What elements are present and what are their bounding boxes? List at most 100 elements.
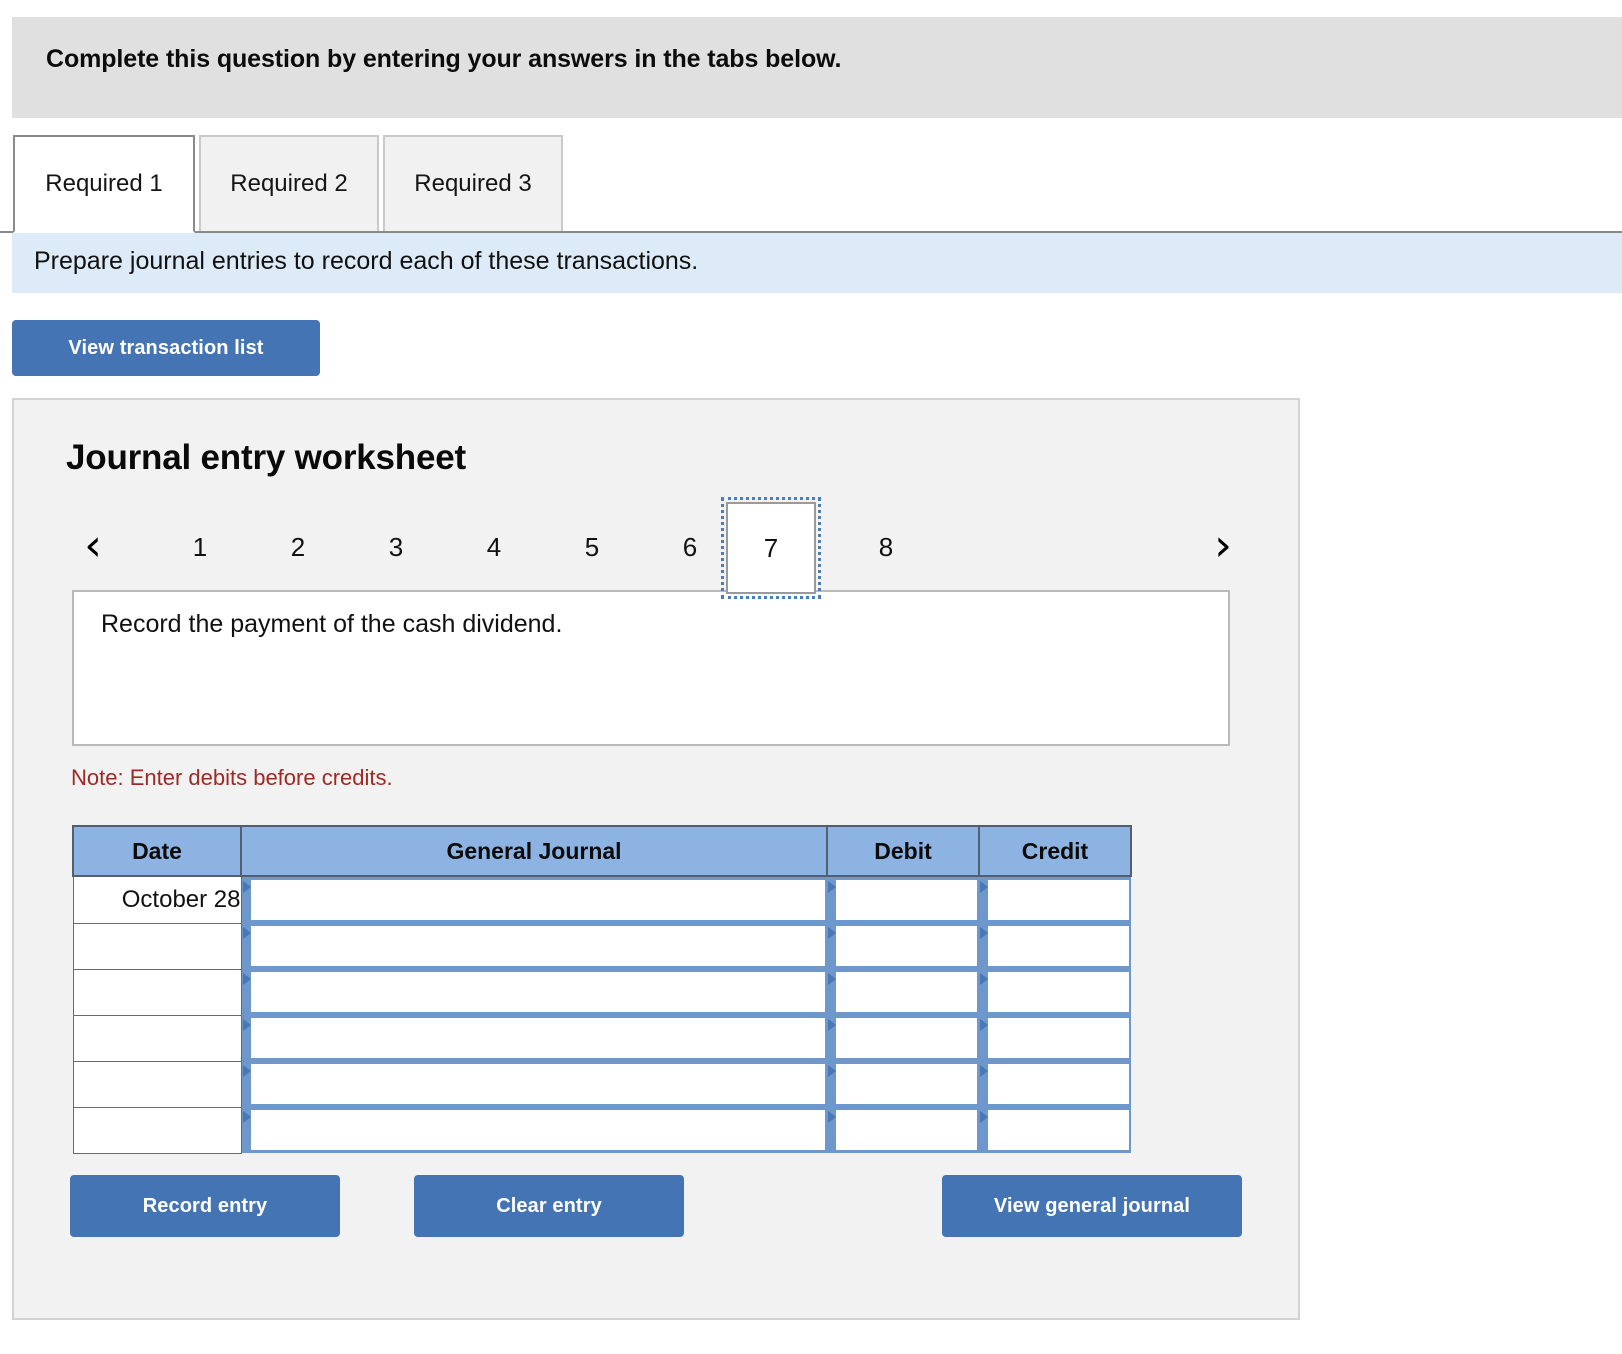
credit-cell[interactable] <box>979 1107 1131 1153</box>
debit-input-wrap[interactable] <box>827 1015 979 1061</box>
debit-input-wrap[interactable] <box>827 877 979 923</box>
pager-page-8[interactable]: 8 <box>858 522 914 572</box>
pager-page-7-selected[interactable]: 7 <box>721 497 821 599</box>
debit-cell[interactable] <box>827 1107 979 1153</box>
credit-input[interactable] <box>988 1018 1129 1058</box>
credit-input[interactable] <box>988 1110 1129 1150</box>
pager-page-1[interactable]: 1 <box>172 522 228 572</box>
chevron-left-icon[interactable]: ‹ <box>72 520 114 572</box>
general-journal-input[interactable] <box>250 972 825 1012</box>
general-journal-input[interactable] <box>250 1064 825 1104</box>
general-journal-input[interactable] <box>250 926 825 966</box>
general-journal-input-wrap[interactable] <box>241 877 827 923</box>
credit-cell[interactable] <box>979 876 1131 923</box>
dropdown-caret-icon <box>980 1111 988 1123</box>
credit-input-wrap[interactable] <box>979 1107 1131 1153</box>
debits-before-credits-note: Note: Enter debits before credits. <box>71 765 393 790</box>
debit-cell[interactable] <box>827 1061 979 1107</box>
credit-cell[interactable] <box>979 923 1131 969</box>
credit-input-wrap[interactable] <box>979 1015 1131 1061</box>
requirement-instruction-text: Prepare journal entries to record each o… <box>34 247 699 275</box>
debit-input-wrap[interactable] <box>827 1061 979 1107</box>
date-cell[interactable]: October 28 <box>72 875 242 924</box>
debit-cell[interactable] <box>827 876 979 923</box>
pager-page-5[interactable]: 5 <box>564 522 620 572</box>
credit-input[interactable] <box>988 926 1129 966</box>
general-journal-input-wrap[interactable] <box>241 923 827 969</box>
table-row: October 28 <box>72 875 1131 924</box>
general-journal-cell[interactable] <box>241 923 827 969</box>
dropdown-caret-icon <box>828 927 836 939</box>
debit-input[interactable] <box>836 1110 977 1150</box>
dropdown-caret-icon <box>242 1111 251 1123</box>
credit-cell[interactable] <box>979 1061 1131 1107</box>
debit-input[interactable] <box>836 1064 977 1104</box>
pager-page-4[interactable]: 4 <box>466 522 522 572</box>
tab-required-3[interactable]: Required 3 <box>383 135 563 231</box>
pager-page-3[interactable]: 3 <box>368 522 424 572</box>
general-journal-cell[interactable] <box>241 1015 827 1061</box>
general-journal-cell[interactable] <box>241 969 827 1015</box>
dropdown-caret-icon <box>980 973 988 985</box>
debit-input[interactable] <box>836 880 977 920</box>
date-cell[interactable] <box>72 1014 242 1062</box>
tab-required-3-label: Required 3 <box>414 170 532 197</box>
column-header-date: Date <box>72 825 242 877</box>
credit-input[interactable] <box>988 880 1129 920</box>
record-entry-button[interactable]: Record entry <box>70 1175 340 1237</box>
table-header-row: Date General Journal Debit Credit <box>72 825 1132 877</box>
date-cell[interactable] <box>72 1060 242 1108</box>
column-header-debit: Debit <box>826 825 980 877</box>
table-row <box>72 1014 1131 1062</box>
general-journal-input-wrap[interactable] <box>241 1061 827 1107</box>
general-journal-cell[interactable] <box>241 1061 827 1107</box>
debit-input-wrap[interactable] <box>827 923 979 969</box>
debit-input-wrap[interactable] <box>827 969 979 1015</box>
dropdown-caret-icon <box>242 927 251 939</box>
required-tabs: Required 1 Required 2 Required 3 <box>0 135 1622 233</box>
clear-entry-button[interactable]: Clear entry <box>414 1175 684 1237</box>
chevron-right-icon[interactable]: › <box>1202 520 1244 572</box>
pager-page-2[interactable]: 2 <box>270 522 326 572</box>
dropdown-caret-icon <box>980 927 988 939</box>
dropdown-caret-icon <box>980 1065 988 1077</box>
credit-cell[interactable] <box>979 969 1131 1015</box>
worksheet-title: Journal entry worksheet <box>66 438 466 477</box>
credit-input[interactable] <box>988 972 1129 1012</box>
credit-cell[interactable] <box>979 1015 1131 1061</box>
general-journal-cell[interactable] <box>241 876 827 923</box>
general-journal-input-wrap[interactable] <box>241 1107 827 1153</box>
pager-page-6[interactable]: 6 <box>662 522 718 572</box>
journal-entry-worksheet-panel: Journal entry worksheet ‹ 1 2 3 4 5 6 7 … <box>12 398 1300 1320</box>
debit-input[interactable] <box>836 972 977 1012</box>
general-journal-input[interactable] <box>250 1018 825 1058</box>
general-journal-input-wrap[interactable] <box>241 969 827 1015</box>
debit-input[interactable] <box>836 1018 977 1058</box>
date-cell[interactable] <box>72 968 242 1016</box>
tab-required-1[interactable]: Required 1 <box>13 135 195 233</box>
dropdown-caret-icon <box>828 1019 836 1031</box>
credit-input-wrap[interactable] <box>979 969 1131 1015</box>
dropdown-caret-icon <box>980 881 988 893</box>
credit-input[interactable] <box>988 1064 1129 1104</box>
tab-required-2[interactable]: Required 2 <box>199 135 379 231</box>
general-journal-input[interactable] <box>250 880 825 920</box>
view-general-journal-button[interactable]: View general journal <box>942 1175 1242 1237</box>
general-journal-input-wrap[interactable] <box>241 1015 827 1061</box>
dropdown-caret-icon <box>242 1065 251 1077</box>
view-transaction-list-button[interactable]: View transaction list <box>12 320 320 376</box>
credit-input-wrap[interactable] <box>979 1061 1131 1107</box>
date-cell[interactable] <box>72 922 242 970</box>
dropdown-caret-icon <box>828 881 836 893</box>
debit-input-wrap[interactable] <box>827 1107 979 1153</box>
debit-cell[interactable] <box>827 923 979 969</box>
general-journal-cell[interactable] <box>241 1107 827 1153</box>
date-cell[interactable] <box>72 1106 242 1154</box>
credit-input-wrap[interactable] <box>979 877 1131 923</box>
debit-input[interactable] <box>836 926 977 966</box>
general-journal-input[interactable] <box>250 1110 825 1150</box>
debit-cell[interactable] <box>827 969 979 1015</box>
credit-input-wrap[interactable] <box>979 923 1131 969</box>
question-instruction-band: Complete this question by entering your … <box>12 17 1622 118</box>
debit-cell[interactable] <box>827 1015 979 1061</box>
